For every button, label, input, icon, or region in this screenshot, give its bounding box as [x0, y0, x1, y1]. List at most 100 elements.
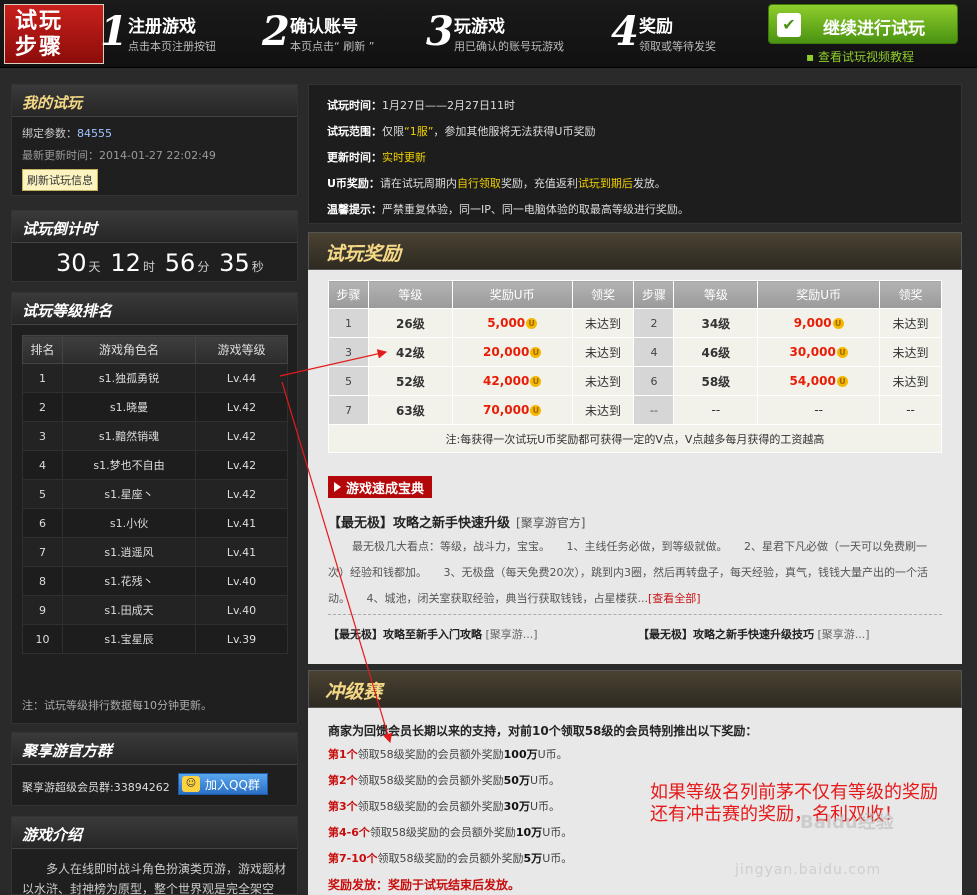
game-intro-panel: 游戏介绍 多人在线即时战斗角色扮演类页游，游戏题材以水浒、封神榜为原型，整个世界…: [11, 816, 298, 895]
rush-header: 冲级赛: [308, 670, 962, 708]
rank-cell: 1: [22, 363, 63, 393]
u-coin-icon: U: [530, 405, 542, 416]
claim-cell: 未达到: [571, 337, 635, 367]
level-cell: --: [673, 395, 759, 425]
rush-row: 第3个领取58级奖励的会员额外奖励30万U币。: [328, 798, 560, 814]
step-4: 4 奖励 领取或等待发奖: [611, 8, 751, 58]
level-cell: Lv.40: [195, 566, 288, 596]
col-step-a: 步骤: [328, 280, 369, 309]
rule-tip-label: 温馨提示：: [327, 203, 382, 216]
u-coin-icon: U: [836, 376, 848, 387]
guide-link-2[interactable]: 【最无极】攻略之新手快速升级技巧 [聚享游...]: [638, 626, 870, 642]
rush-desc: 领取58级奖励的会员额外奖励: [357, 774, 504, 787]
view-all-link[interactable]: [查看全部]: [648, 592, 701, 605]
countdown-seconds: 35: [219, 249, 250, 277]
step-title: 奖励: [639, 17, 673, 37]
seconds-unit: 秒: [251, 260, 264, 274]
level-cell: 58级: [673, 366, 759, 396]
step-cell: --: [633, 395, 675, 425]
watermark-text: jingyan.baidu.com: [735, 862, 882, 878]
annotation-line-1: 如果等级名列前茅不仅有等级的奖励: [650, 782, 938, 803]
claim-cell-value: 未达到: [585, 374, 622, 389]
guide-title-text: 【最无极】攻略之新手快速升级: [328, 516, 511, 531]
countdown-hours: 12: [110, 249, 141, 277]
rule-reward-label: U币奖励：: [327, 177, 380, 190]
step-cell: 5: [328, 366, 369, 396]
step-cell-value: 5: [344, 374, 352, 388]
col-step-b: 步骤: [633, 280, 675, 309]
ranking-table: 排名 游戏角色名 游戏等级 1 s1.独孤勇锐 Lv.44 2 s1.晓曼 Lv.42 3 s…: [22, 335, 288, 654]
rule-reward-pre: 请在试玩周期内: [379, 177, 457, 190]
claim-cell: 未达到: [571, 308, 635, 338]
table-row: 3 s1.黯然销魂 Lv.42: [22, 421, 288, 451]
step-title: 注册游戏: [128, 17, 196, 37]
rule-reward: U币奖励：请在试玩周期内自行领取奖励，充值返利试玩到期后发放。: [327, 175, 666, 191]
coin-cell-value: 9,000: [793, 316, 832, 330]
last-update-value: 2014-01-27 22:02:49: [99, 149, 216, 162]
step-cell: 6: [633, 366, 675, 396]
coin-cell-value: 70,000: [483, 403, 530, 417]
claim-cell: 未达到: [571, 366, 635, 396]
col-claim-b: 领奖: [879, 280, 942, 309]
continue-trial-button[interactable]: ✔ 继续进行试玩: [768, 4, 958, 44]
level-cell: Lv.42: [195, 479, 288, 509]
coin-cell: --: [757, 395, 881, 425]
rule-reward-highlight-2: 试玩到期后: [577, 177, 633, 190]
rule-range-highlight: “1服”: [404, 125, 434, 138]
rule-range: 试玩范围：仅限“1服”，参加其他服将无法获得U币奖励: [327, 123, 595, 139]
continue-trial-label: 继续进行试玩: [823, 19, 925, 39]
refresh-trial-button[interactable]: 刷新试玩信息: [22, 169, 98, 191]
step-cell-value: --: [649, 403, 658, 417]
rush-row: 第7-10个领取58级奖励的会员额外奖励5万U币。: [328, 850, 572, 866]
step-cell: 2: [633, 308, 675, 338]
guide-title[interactable]: 【最无极】攻略之新手快速升级 [聚享游官方]: [328, 512, 585, 531]
qq-people-icon: ☺: [182, 776, 200, 792]
rank-cell: 8: [22, 566, 63, 596]
role-name-cell: s1.宝星辰: [62, 624, 196, 654]
u-coin-icon: U: [530, 376, 542, 387]
level-cell-value: 34级: [701, 316, 731, 331]
rule-update: 更新时间：实时更新: [327, 149, 426, 165]
rush-row: 第2个领取58级奖励的会员额外奖励50万U币。: [328, 772, 560, 788]
role-name-cell: s1.逍遥风: [62, 537, 196, 567]
table-row: 9 s1.田成天 Lv.40: [22, 595, 288, 625]
claim-cell: 未达到: [571, 395, 635, 425]
rush-payout-note: 奖励发放：奖励于试玩结束后发放。: [328, 878, 521, 892]
level-ranking-panel: 试玩等级排名 排名 游戏角色名 游戏等级 1 s1.独孤勇锐 Lv.44 2 s1.晓曼…: [11, 292, 298, 724]
claim-cell-value: 未达到: [585, 316, 622, 331]
claim-cell-value: 未达到: [892, 316, 929, 331]
rank-cell: 6: [22, 508, 63, 538]
table-row: 1 s1.独孤勇锐 Lv.44: [22, 363, 288, 393]
col-level-a: 等级: [367, 280, 453, 309]
video-tutorial-link[interactable]: ▪ 查看试玩视频教程: [806, 48, 914, 65]
step-sub: 点击本页注册按钮: [128, 40, 216, 53]
role-name-cell: s1.小伙: [62, 508, 196, 538]
rush-desc: 领取58级奖励的会员额外奖励: [369, 826, 516, 839]
bind-param-label: 绑定参数：: [22, 127, 77, 140]
coin-cell-value: 42,000: [483, 374, 530, 388]
guide-divider: [328, 614, 942, 615]
step-number: 4: [611, 8, 639, 55]
coin-cell-value: --: [814, 403, 823, 417]
rule-reward-post: 发放。: [632, 177, 666, 190]
level-cell-value: 46级: [701, 345, 731, 360]
role-name-cell: s1.星座丶: [62, 479, 196, 509]
game-intro-text: 多人在线即时战斗角色扮演类页游，游戏题材以水浒、封神榜为原型，整个世界观是完全架…: [22, 862, 287, 895]
level-cell-value: 26级: [396, 316, 425, 331]
guide-link-2-source: [聚享游...]: [817, 628, 870, 641]
step-1: 1 注册游戏 点击本页注册按钮: [100, 8, 260, 58]
rank-cell: 9: [22, 595, 63, 625]
my-trial-title: 我的试玩: [12, 85, 297, 117]
join-qq-group-button[interactable]: ☺ 加入QQ群: [178, 773, 268, 795]
claim-cell: 未达到: [879, 308, 942, 338]
step-title: 确认账号: [290, 17, 358, 37]
step-3: 3 玩游戏 用已确认的账号玩游戏: [426, 8, 596, 58]
coin-cell: 30,000 U: [757, 337, 881, 367]
guide-link-1[interactable]: 【最无极】攻略至新手入门攻略 [聚享游...]: [328, 626, 538, 642]
col-level: 游戏等级: [195, 335, 288, 364]
table-row: 5 52级 42,000 U 未达到 6 58级 54,000 U 未达到: [328, 366, 942, 396]
rule-time: 试玩时间：1月27日——2月27日11时: [327, 97, 515, 113]
rush-rank: 第4-6个: [328, 826, 370, 839]
claim-cell-value: 未达到: [892, 374, 929, 389]
level-cell: Lv.40: [195, 595, 288, 625]
